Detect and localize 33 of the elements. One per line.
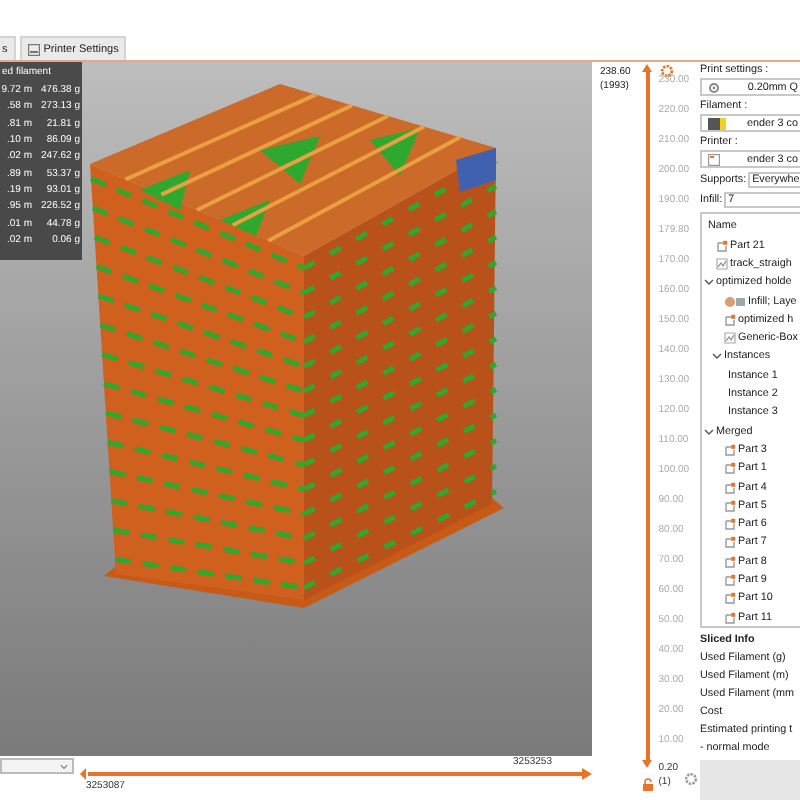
- horizontal-slider[interactable]: [80, 768, 592, 780]
- part-icon: [724, 443, 736, 456]
- part-icon: [724, 536, 736, 549]
- printer-icon: [708, 153, 720, 165]
- modifier-icon: [724, 332, 736, 345]
- part-icon: [716, 239, 728, 252]
- chevron-down-icon[interactable]: [711, 352, 721, 361]
- part-icon: [724, 555, 736, 568]
- settings-icon[interactable]: [684, 772, 698, 786]
- settings-icon[interactable]: [660, 64, 675, 78]
- printer-icon: [27, 43, 40, 55]
- filament-swatch-icon: [708, 117, 726, 129]
- part-icon: [724, 462, 736, 475]
- part-icon: [724, 518, 736, 531]
- button-area: [700, 760, 800, 800]
- part-icon: [724, 573, 736, 586]
- object-list[interactable]: [700, 212, 800, 628]
- part-icon: [724, 592, 736, 605]
- chevron-down-icon: [60, 763, 68, 769]
- part-icon: [724, 611, 736, 624]
- modifier-icon: [716, 257, 728, 270]
- slider-handle[interactable]: [582, 768, 592, 780]
- chevron-down-icon[interactable]: [703, 278, 713, 287]
- view-dropdown[interactable]: [0, 758, 74, 774]
- lock-icon[interactable]: [641, 778, 654, 792]
- gear-icon: [708, 81, 720, 93]
- slider-handle[interactable]: [642, 760, 653, 768]
- part-icon: [724, 481, 736, 493]
- slider-handle[interactable]: [80, 768, 88, 780]
- chevron-down-icon[interactable]: [703, 427, 713, 436]
- part-icon: [724, 313, 736, 326]
- part-icon: [724, 499, 736, 512]
- settings-icon: [724, 295, 746, 308]
